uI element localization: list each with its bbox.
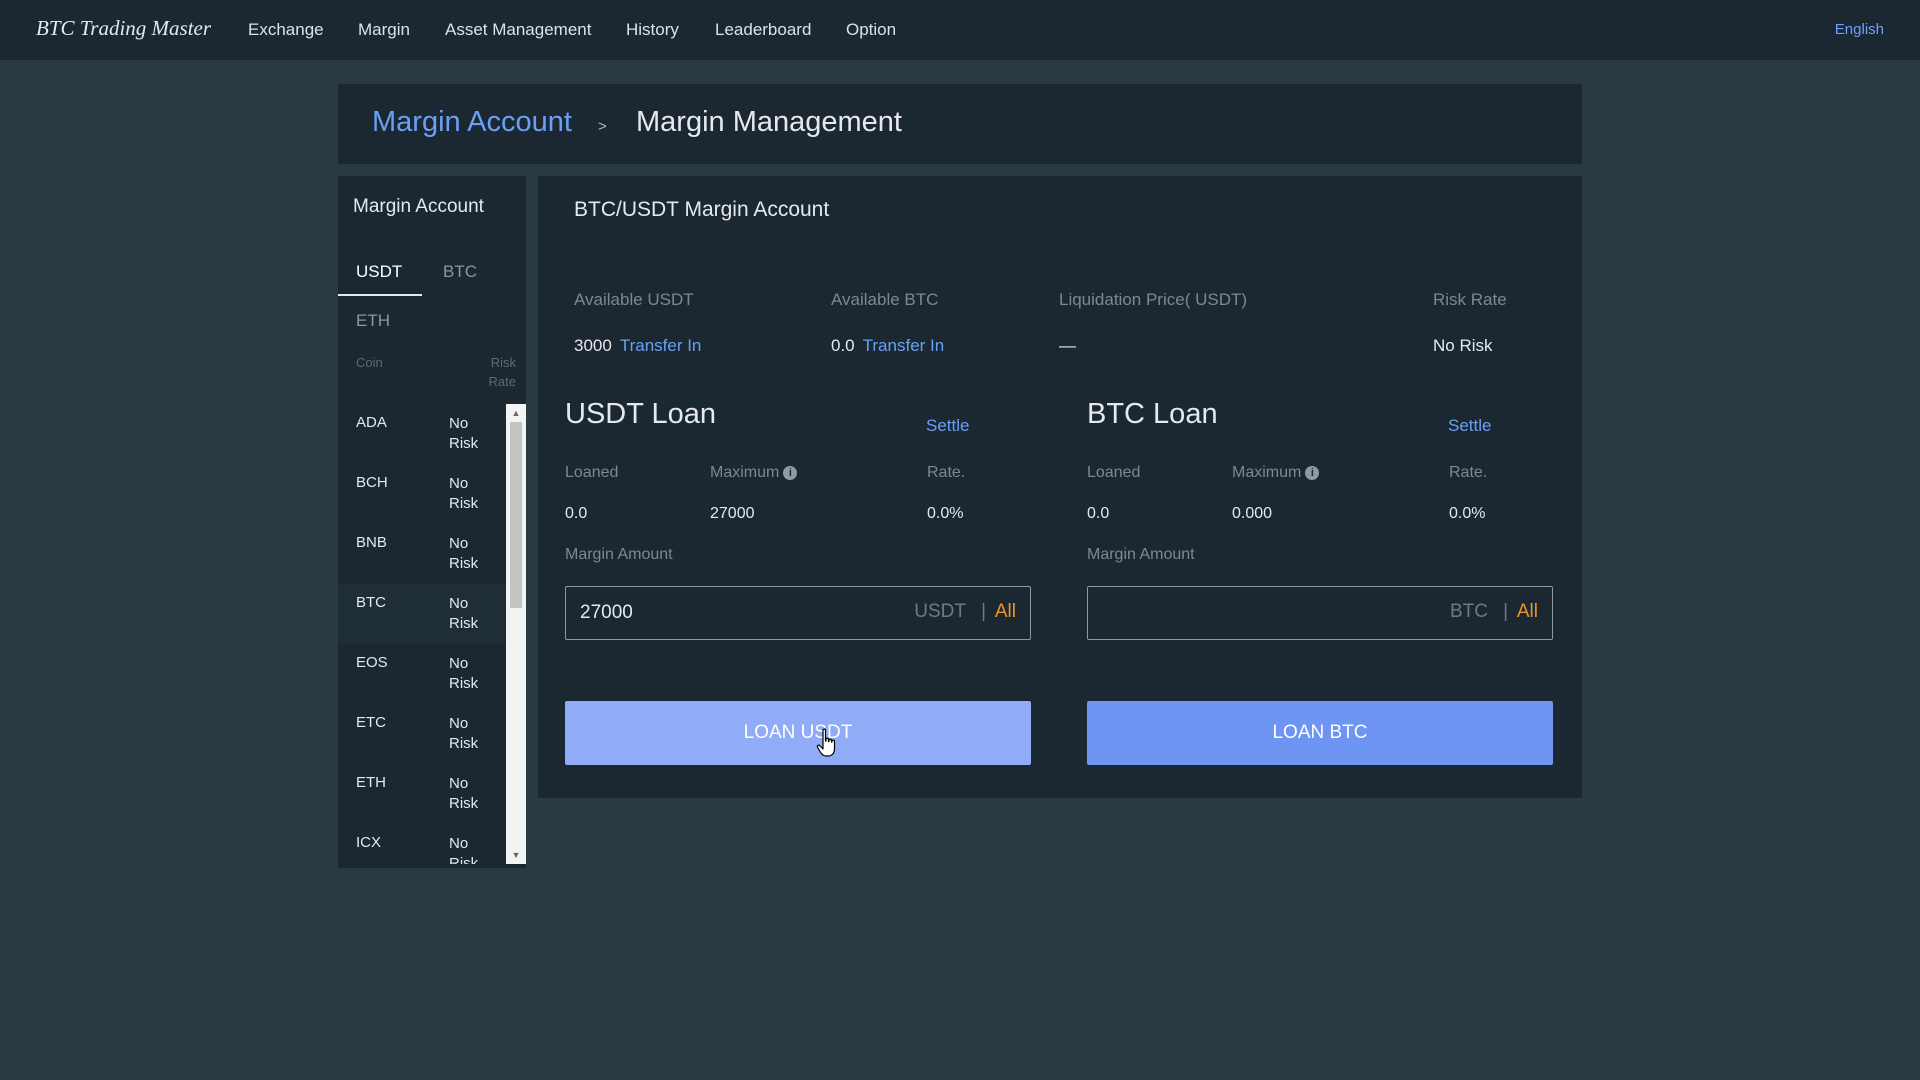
usdt-loaned-value: 0.0 [565,505,588,522]
coin-name: ETH [356,774,386,791]
unit-divider: | [1503,601,1508,622]
btc-settle-link[interactable]: Settle [1448,416,1491,436]
coin-name: BTC [356,594,386,611]
usdt-maximum-value: 27000 [710,505,755,522]
coin-risk: No Risk [449,535,479,572]
coin-risk: No Risk [449,415,479,452]
risk-rate-value: No Risk [1433,336,1493,355]
account-title: BTC/USDT Margin Account [574,198,830,221]
scrollbar-thumb[interactable] [510,422,522,608]
nav-option[interactable]: Option [846,20,896,40]
language-selector[interactable]: English [1835,21,1884,38]
liquidation-price-value: — [1059,336,1076,355]
btc-maximum-label: Maximum i [1232,464,1320,482]
nav-asset-management[interactable]: Asset Management [445,20,591,40]
coin-row-eos[interactable]: EOS No Risk [338,644,506,704]
liquidation-price-label: Liquidation Price( USDT) [1059,290,1248,309]
coin-name: BCH [356,474,388,491]
btc-rate-value: 0.0% [1449,505,1486,522]
coin-row-bch[interactable]: BCH No Risk [338,464,506,524]
available-btc-value: 0.0 [831,336,855,355]
page-title: Margin Management [636,106,902,138]
nav-exchange[interactable]: Exchange [248,20,324,40]
breadcrumb-margin-account[interactable]: Margin Account [372,106,572,139]
btc-loaned-value: 0.0 [1087,505,1110,522]
breadcrumb: Margin Account > Margin Management [338,84,1582,164]
btc-loaned-label: Loaned [1087,464,1141,481]
usdt-margin-amount-input[interactable] [580,599,880,627]
coin-risk: No Risk [449,715,479,752]
usdt-all-button[interactable]: All [995,601,1016,623]
available-usdt: 3000 Transfer In [574,336,701,356]
tab-eth[interactable]: ETH [356,311,390,331]
usdt-settle-link[interactable]: Settle [926,416,969,436]
coin-name: ICX [356,834,382,851]
btc-maximum-value: 0.000 [1232,505,1273,522]
tab-usdt[interactable]: USDT [356,262,402,282]
tab-btc[interactable]: BTC [443,262,477,282]
coin-name: EOS [356,654,388,671]
column-header-rate: Rate [488,374,516,389]
coin-name: ETC [356,714,386,731]
usdt-rate-value: 0.0% [927,505,964,522]
breadcrumb-separator: > [598,118,607,135]
nav-leaderboard[interactable]: Leaderboard [715,20,811,40]
coin-list-scrollbar[interactable]: ▲ ▼ [506,404,526,864]
sidebar-title: Margin Account [353,196,484,217]
transfer-in-usdt-link[interactable]: Transfer In [620,336,702,355]
coin-row-bnb[interactable]: BNB No Risk [338,524,506,584]
unit-divider: | [981,601,986,622]
available-btc: 0.0 Transfer In [831,336,944,356]
usdt-unit-label: USDT [914,601,966,622]
margin-account-sidebar: Margin Account USDT BTC ETH Coin Risk Ra… [338,176,526,868]
scroll-down-arrow-icon[interactable]: ▼ [506,848,526,862]
coin-risk: No Risk [449,835,479,864]
column-header-risk: Risk [490,355,516,370]
available-btc-label: Available BTC [831,290,939,309]
btc-margin-amount-label: Margin Amount [1087,546,1195,563]
btc-margin-amount-field: BTC | All [1087,586,1553,640]
btc-unit-label: BTC [1450,601,1488,622]
info-icon[interactable]: i [1305,466,1320,480]
coin-row-ada[interactable]: ADA No Risk [338,404,506,464]
loan-btc-button[interactable]: LOAN BTC [1087,701,1553,765]
coin-row-icx[interactable]: ICX No Risk [338,824,506,864]
info-icon[interactable]: i [783,466,798,480]
active-tab-underline [338,294,422,296]
coin-risk: No Risk [449,655,479,692]
usdt-loaned-label: Loaned [565,464,619,481]
scroll-up-arrow-icon[interactable]: ▲ [506,406,526,420]
risk-rate-label: Risk Rate [1433,290,1507,309]
btc-all-button[interactable]: All [1517,601,1538,623]
usdt-margin-amount-label: Margin Amount [565,546,673,563]
usdt-maximum-label: Maximum i [710,464,798,482]
btc-margin-amount-input[interactable] [1102,599,1402,627]
available-usdt-value: 3000 [574,336,612,355]
usdt-rate-label: Rate. [927,464,966,481]
loan-usdt-button[interactable]: LOAN USDT [565,701,1031,765]
coin-name: BNB [356,534,387,551]
btc-loan-title: BTC Loan [1087,398,1218,430]
coin-row-etc[interactable]: ETC No Risk [338,704,506,764]
transfer-in-btc-link[interactable]: Transfer In [863,336,945,355]
top-navigation-bar: BTC Trading Master Exchange Margin Asset… [0,0,1920,60]
brand-logo[interactable]: BTC Trading Master [36,16,211,41]
coin-risk: No Risk [449,775,479,812]
nav-history[interactable]: History [626,20,679,40]
btc-rate-label: Rate. [1449,464,1488,481]
coin-name: ADA [356,414,387,431]
coin-row-eth[interactable]: ETH No Risk [338,764,506,824]
usdt-margin-amount-field: USDT | All [565,586,1031,640]
available-usdt-label: Available USDT [574,290,694,309]
coin-risk: No Risk [449,595,479,632]
usdt-loan-title: USDT Loan [565,398,716,430]
margin-account-panel: BTC/USDT Margin Account Available USDT A… [538,176,1582,798]
coin-row-btc[interactable]: BTC No Risk [338,584,506,644]
coin-list: ADA No Risk BCH No Risk BNB No Risk BTC No R… [338,404,506,864]
hand-pointer-icon [816,728,836,757]
nav-margin[interactable]: Margin [358,20,410,40]
column-header-coin: Coin [356,355,383,370]
coin-risk: No Risk [449,475,479,512]
